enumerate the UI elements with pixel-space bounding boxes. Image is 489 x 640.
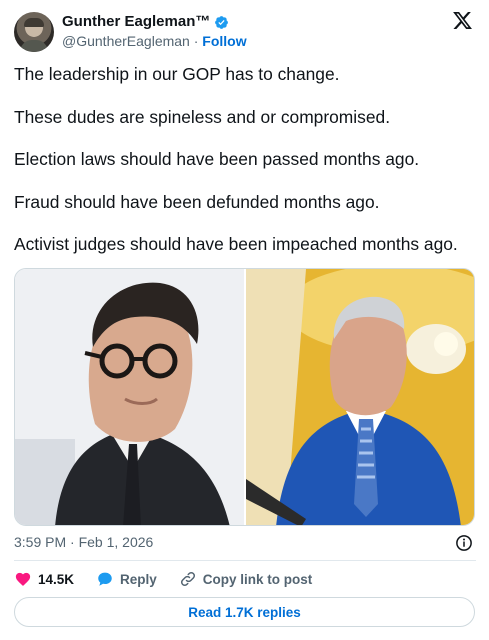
reply-button[interactable]: Reply [96, 570, 157, 588]
handle-separator: · [193, 33, 199, 49]
heart-icon [15, 572, 31, 586]
author-handle-row: @GuntherEagleman · Follow [62, 33, 247, 50]
avatar[interactable] [14, 12, 54, 52]
tweet-actions: 14.5K Reply Copy link to post [14, 569, 334, 589]
reply-label: Reply [120, 571, 157, 587]
x-logo-icon[interactable] [452, 10, 473, 31]
like-count: 14.5K [38, 571, 75, 587]
divider [14, 560, 476, 561]
author-handle[interactable]: @GuntherEagleman [62, 33, 190, 49]
avatar-cap [24, 18, 44, 27]
info-icon[interactable] [455, 534, 473, 552]
tweet-text: The leadership in our GOP has to change.… [14, 64, 476, 277]
avatar-shirt [20, 40, 48, 52]
tweet-line: Fraud should have been defunded months a… [14, 191, 380, 212]
read-replies-button[interactable]: Read 1.7K replies [14, 597, 475, 627]
like-button[interactable]: 14.5K [14, 570, 74, 588]
tweet-line: Election laws should have been passed mo… [14, 149, 420, 169]
author-display-name[interactable]: Gunther Eagleman™ [62, 13, 210, 31]
photo-portrait-glasses[interactable] [15, 269, 244, 525]
tweet-timestamp[interactable]: 3:59 PM · Feb 1, 2026 [14, 534, 153, 550]
photo-speaker-blue-suit[interactable] [246, 269, 474, 525]
reply-bubble-icon [98, 572, 112, 586]
copy-link-button[interactable]: Copy link to post [179, 570, 313, 588]
tweet-line: Activist judges should have been impeach… [14, 234, 458, 254]
tweet-line: The leadership in our GOP has to change. [14, 64, 340, 84]
speaker-blue-suit-illustration [246, 269, 474, 525]
copy-link-label: Copy link to post [202, 571, 313, 587]
tweet-header: Gunther Eagleman™ @GuntherEagleman · Fol… [14, 10, 476, 54]
tweet-line: These dudes are spineless and or comprom… [14, 106, 391, 127]
follow-link[interactable]: Follow [202, 33, 246, 49]
author-name-row: Gunther Eagleman™ [62, 13, 229, 31]
link-icon [180, 571, 195, 587]
tweet-media [14, 268, 475, 526]
portrait-glasses-illustration [15, 269, 244, 525]
verified-badge-icon [215, 15, 229, 29]
